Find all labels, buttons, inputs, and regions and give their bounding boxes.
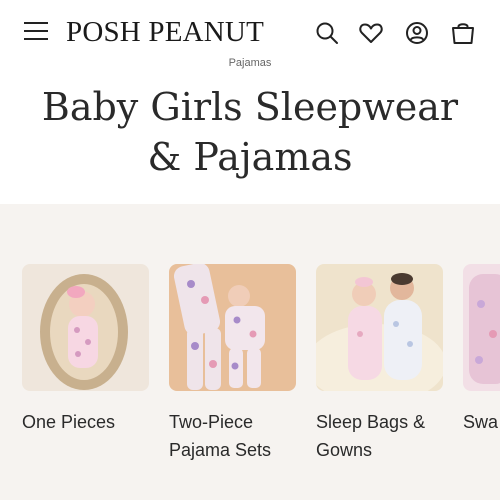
search-icon[interactable]: [314, 20, 340, 46]
category-label[interactable]: Two-Piece Pajama Sets: [169, 408, 296, 464]
page-title: Baby Girls Sleepwear & Pajamas: [41, 85, 459, 179]
account-icon[interactable]: [404, 20, 430, 46]
brand-logo[interactable]: POSH PEANUT: [66, 16, 264, 49]
shopping-bag-icon[interactable]: [450, 20, 476, 46]
category-image[interactable]: [169, 264, 296, 391]
menu-icon[interactable]: [24, 22, 48, 42]
breadcrumb[interactable]: Pajamas: [0, 56, 500, 70]
category-carousel: One Pieces Two-Piece Pajama Sets Sleep B…: [0, 204, 500, 500]
category-sleep-bags-gowns[interactable]: Sleep Bags & Gowns: [316, 264, 443, 464]
category-image[interactable]: [22, 264, 149, 391]
category-image[interactable]: [463, 264, 500, 391]
category-swaddles[interactable]: Swa: [463, 264, 500, 436]
heart-icon[interactable]: [358, 20, 384, 46]
category-one-pieces[interactable]: One Pieces: [22, 264, 149, 436]
category-label[interactable]: Sleep Bags & Gowns: [316, 408, 443, 464]
category-label[interactable]: One Pieces: [22, 408, 149, 436]
category-two-piece-pajama-sets[interactable]: Two-Piece Pajama Sets: [169, 264, 296, 464]
category-image[interactable]: [316, 264, 443, 391]
category-label[interactable]: Swa: [463, 408, 500, 436]
